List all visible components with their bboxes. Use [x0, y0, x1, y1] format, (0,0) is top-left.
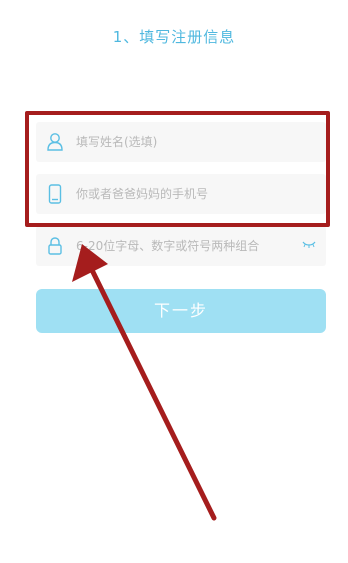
next-button[interactable]: 下一步 [36, 289, 326, 333]
page-title: 1、填写注册信息 [112, 28, 236, 46]
password-field[interactable]: 6-20位字母、数字或符号两种组合 [36, 226, 326, 266]
password-input[interactable]: 6-20位字母、数字或符号两种组合 [76, 226, 259, 266]
lock-icon [48, 237, 62, 255]
annotation-arrow [72, 244, 217, 521]
eye-closed-icon[interactable] [302, 239, 316, 249]
annotation-highlight-box [25, 111, 330, 227]
